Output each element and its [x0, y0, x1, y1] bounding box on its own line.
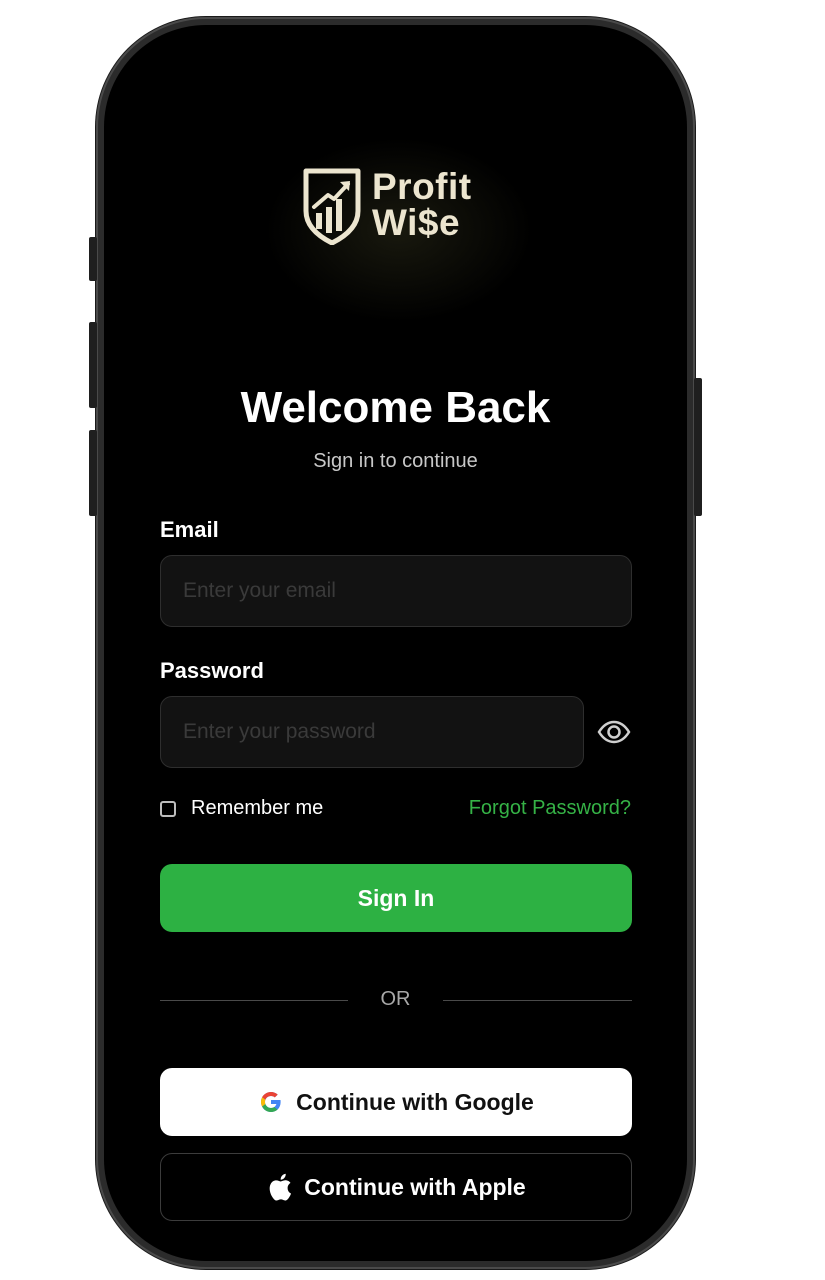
- divider-line-left: [160, 1000, 348, 1001]
- apple-icon: [266, 1172, 292, 1202]
- google-icon: [258, 1089, 284, 1115]
- page-title: Welcome Back: [240, 383, 551, 432]
- google-button-label: Continue with Google: [296, 1088, 534, 1115]
- password-field[interactable]: [160, 696, 584, 768]
- brand-wordmark-line2: Wi$e: [372, 202, 461, 243]
- remember-me-label: Remember me: [191, 797, 324, 819]
- power-side-button: [694, 378, 702, 516]
- continue-with-google-button[interactable]: Continue with Google: [160, 1068, 632, 1136]
- password-label: Password: [160, 658, 264, 683]
- login-screen: Profit Wi$e Welcome Back Sign in to cont…: [104, 25, 687, 1261]
- email-label: Email: [160, 517, 219, 542]
- forgot-password-link[interactable]: Forgot Password?: [469, 797, 631, 820]
- action-side-button: [89, 237, 97, 281]
- eye-icon[interactable]: [597, 720, 631, 744]
- email-field[interactable]: [160, 555, 632, 627]
- divider-label: OR: [380, 988, 411, 1010]
- sign-in-button[interactable]: Sign In: [160, 864, 632, 932]
- volume-up-side-button: [89, 322, 97, 408]
- apple-button-label: Continue with Apple: [304, 1173, 526, 1200]
- volume-down-side-button: [89, 430, 97, 516]
- page-subtitle: Sign in to continue: [313, 450, 478, 472]
- divider-line-right: [443, 1000, 632, 1001]
- brand-wordmark-line1: Profit: [372, 166, 472, 207]
- brand-wordmark: Profit Wi$e: [372, 166, 472, 243]
- remember-me-row: Remember me: [160, 797, 323, 820]
- continue-with-apple-button[interactable]: Continue with Apple: [160, 1153, 632, 1221]
- shield-logo-icon: [302, 167, 362, 246]
- remember-me-checkbox[interactable]: [160, 800, 176, 817]
